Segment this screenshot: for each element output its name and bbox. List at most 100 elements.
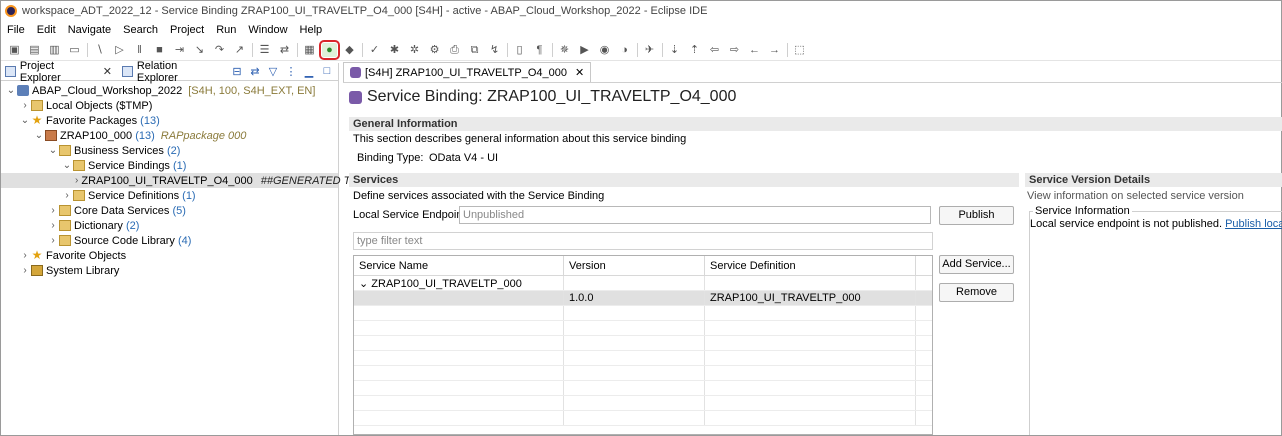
save-all-icon[interactable]: ▥: [47, 43, 62, 57]
tree-item-service-definitions[interactable]: › Service Definitions (1): [1, 188, 338, 203]
outline-icon[interactable]: ☰: [257, 43, 272, 57]
chevron-right-icon[interactable]: ›: [47, 205, 59, 216]
terminate-icon[interactable]: ■: [152, 43, 167, 57]
column-version[interactable]: Version: [564, 256, 705, 275]
show-whitespace-icon[interactable]: ¶: [532, 43, 547, 57]
rename-icon[interactable]: ↯: [487, 43, 502, 57]
atc-icon[interactable]: ✲: [407, 43, 422, 57]
menu-file[interactable]: File: [7, 24, 25, 36]
menu-project[interactable]: Project: [170, 24, 204, 36]
chevron-down-icon[interactable]: ⌄: [359, 278, 368, 290]
tree-item-favorite-packages[interactable]: ⌄ ★ Favorite Packages (13): [1, 113, 338, 128]
tree-item-package[interactable]: ⌄ ZRAP100_000 (13) RAPpackage 000: [1, 128, 338, 143]
pin-editor-icon[interactable]: ⬚: [792, 43, 807, 57]
link-editor-icon[interactable]: ⇄: [277, 43, 292, 57]
external-tools-icon[interactable]: ◑: [617, 43, 632, 57]
close-icon[interactable]: ✕: [103, 65, 112, 78]
menu-edit[interactable]: Edit: [37, 24, 56, 36]
tree-item-dictionary[interactable]: › Dictionary (2): [1, 218, 338, 233]
launch-icon[interactable]: ✈: [642, 43, 657, 57]
tree-item-service-binding[interactable]: › ZRAP100_UI_TRAVELTP_O4_000 ##GENERATED…: [1, 173, 371, 188]
activate-all-icon[interactable]: ◆: [342, 43, 357, 57]
maximize-icon[interactable]: □: [320, 65, 334, 78]
tab-relation-explorer[interactable]: Relation Explorer: [121, 60, 220, 84]
last-edit-location-icon[interactable]: ⇦: [707, 43, 722, 57]
chevron-right-icon[interactable]: ›: [47, 235, 59, 246]
close-icon[interactable]: ✕: [575, 66, 584, 79]
chevron-down-icon[interactable]: ⌄: [19, 115, 31, 126]
check-icon[interactable]: ✓: [367, 43, 382, 57]
publish-local-service-link[interactable]: Publish local serv: [1225, 218, 1282, 230]
forward-history-icon[interactable]: ⇨: [727, 43, 742, 57]
tree-item-project[interactable]: ⌄ ABAP_Cloud_Workshop_2022 [S4H, 100, S4…: [1, 83, 338, 98]
toggle-block-icon[interactable]: ▯: [512, 43, 527, 57]
back-icon[interactable]: ←: [747, 43, 762, 57]
abap-unit-icon[interactable]: ✱: [387, 43, 402, 57]
add-service-button[interactable]: Add Service...: [939, 255, 1014, 274]
console-icon[interactable]: ▭: [67, 43, 82, 57]
copy-icon[interactable]: ⧉: [467, 43, 482, 57]
column-service-name[interactable]: Service Name: [354, 256, 564, 275]
chevron-down-icon[interactable]: ⌄: [47, 145, 59, 156]
tab-project-explorer[interactable]: Project Explorer ✕: [5, 60, 112, 84]
column-service-definition[interactable]: Service Definition: [705, 256, 916, 275]
transport-icon[interactable]: ⚙: [427, 43, 442, 57]
filter-icon[interactable]: ▽: [266, 65, 280, 78]
filter-input[interactable]: type filter text: [353, 232, 933, 250]
endpoint-field[interactable]: Unpublished: [459, 206, 931, 224]
link-with-editor-icon[interactable]: ⇄: [248, 65, 262, 78]
tab-service-binding[interactable]: [S4H] ZRAP100_UI_TRAVELTP_O4_000 ✕: [343, 62, 592, 82]
suspend-icon[interactable]: ‖: [132, 43, 147, 57]
forward-icon[interactable]: →: [767, 43, 782, 57]
chevron-down-icon[interactable]: ⌄: [5, 85, 17, 96]
skip-breakpoints-icon[interactable]: ∖: [92, 43, 107, 57]
table-row[interactable]: 1.0.0 ZRAP100_UI_TRAVELTP_000: [354, 291, 932, 306]
print-icon[interactable]: ⎙: [447, 43, 462, 57]
disconnect-icon[interactable]: ⇥: [172, 43, 187, 57]
chevron-right-icon[interactable]: ›: [19, 265, 31, 276]
chevron-down-icon[interactable]: ⌄: [33, 130, 45, 141]
tree-item-core-data-services[interactable]: › Core Data Services (5): [1, 203, 338, 218]
menu-run[interactable]: Run: [216, 24, 236, 36]
open-abap-object-icon[interactable]: ▦: [302, 43, 317, 57]
save-icon[interactable]: ▤: [27, 43, 42, 57]
chevron-right-icon[interactable]: ›: [47, 220, 59, 231]
next-annotation-icon[interactable]: ⇣: [667, 43, 682, 57]
run-last-icon[interactable]: ◉: [597, 43, 612, 57]
tree-item-label: Favorite Packages: [46, 114, 138, 127]
tree-item-local-objects[interactable]: › Local Objects ($TMP): [1, 98, 338, 113]
debug-icon[interactable]: ✵: [557, 43, 572, 57]
activate-icon[interactable]: ●: [319, 39, 340, 60]
step-into-icon[interactable]: ↘: [192, 43, 207, 57]
resume-icon[interactable]: ▷: [112, 43, 127, 57]
menu-window[interactable]: Window: [248, 24, 287, 36]
remove-button[interactable]: Remove: [939, 283, 1014, 302]
tree-item-service-bindings[interactable]: ⌄ Service Bindings (1): [1, 158, 338, 173]
chevron-right-icon[interactable]: ›: [61, 190, 73, 201]
chevron-right-icon[interactable]: ›: [75, 175, 78, 186]
run-icon[interactable]: ▶: [577, 43, 592, 57]
minimize-icon[interactable]: ▁: [302, 65, 316, 78]
service-information-title: Service Information: [1033, 205, 1132, 217]
tree-item-source-code-library[interactable]: › Source Code Library (4): [1, 233, 338, 248]
previous-annotation-icon[interactable]: ⇡: [687, 43, 702, 57]
chevron-down-icon[interactable]: ⌄: [61, 160, 73, 171]
step-return-icon[interactable]: ↗: [232, 43, 247, 57]
tree-item-favorite-objects[interactable]: › ★ Favorite Objects: [1, 248, 338, 263]
tree-item-system-library[interactable]: › System Library: [1, 263, 338, 278]
step-over-icon[interactable]: ↷: [212, 43, 227, 57]
chevron-right-icon[interactable]: ›: [19, 250, 31, 261]
table-row-group[interactable]: ⌄ ZRAP100_UI_TRAVELTP_000: [354, 276, 932, 291]
menu-search[interactable]: Search: [123, 24, 158, 36]
menu-help[interactable]: Help: [300, 24, 323, 36]
view-menu-icon[interactable]: ⋮: [284, 65, 298, 78]
collapse-all-icon[interactable]: ⊟: [230, 65, 244, 78]
window-title: workspace_ADT_2022_12 - Service Binding …: [22, 5, 708, 17]
menu-navigate[interactable]: Navigate: [68, 24, 111, 36]
new-icon[interactable]: ▣: [7, 43, 22, 57]
chevron-right-icon[interactable]: ›: [19, 100, 31, 111]
eclipse-logo-icon: [5, 5, 17, 17]
service-name-cell: ⌄ ZRAP100_UI_TRAVELTP_000: [354, 276, 564, 290]
publish-button[interactable]: Publish: [939, 206, 1014, 225]
tree-item-business-services[interactable]: ⌄ Business Services (2): [1, 143, 338, 158]
